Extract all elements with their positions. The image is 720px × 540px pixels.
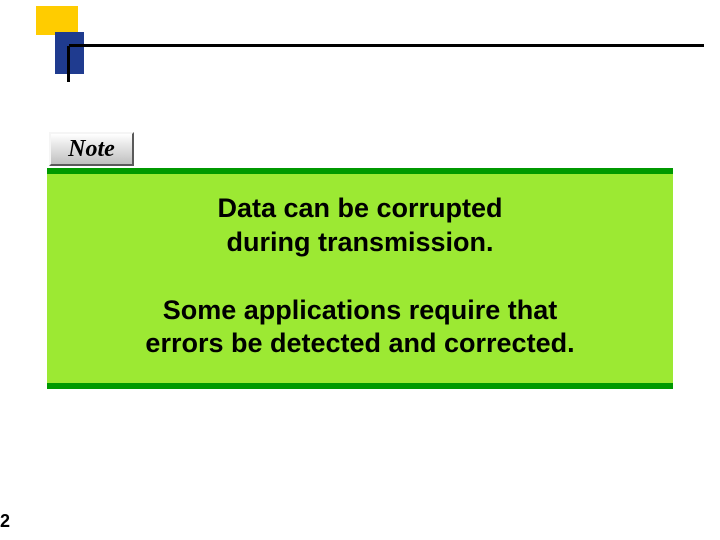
decor-rule-horizontal [69,44,704,47]
page-number: 2 [0,511,10,532]
note-badge: Note [49,132,134,166]
body-line-3: Some applications require that [57,294,663,328]
body-line-2: during transmission. [57,226,663,260]
decor-rule-vertical [67,46,70,82]
panel-body: Data can be corrupted during transmissio… [47,174,673,383]
body-line-1: Data can be corrupted [57,192,663,226]
body-gap [57,260,663,294]
decor-square-yellow [36,6,78,35]
note-panel: Data can be corrupted during transmissio… [47,168,673,389]
slide: Note Data can be corrupted during transm… [0,0,720,540]
panel-bottom-border [47,383,673,389]
body-line-4: errors be detected and corrected. [57,327,663,361]
